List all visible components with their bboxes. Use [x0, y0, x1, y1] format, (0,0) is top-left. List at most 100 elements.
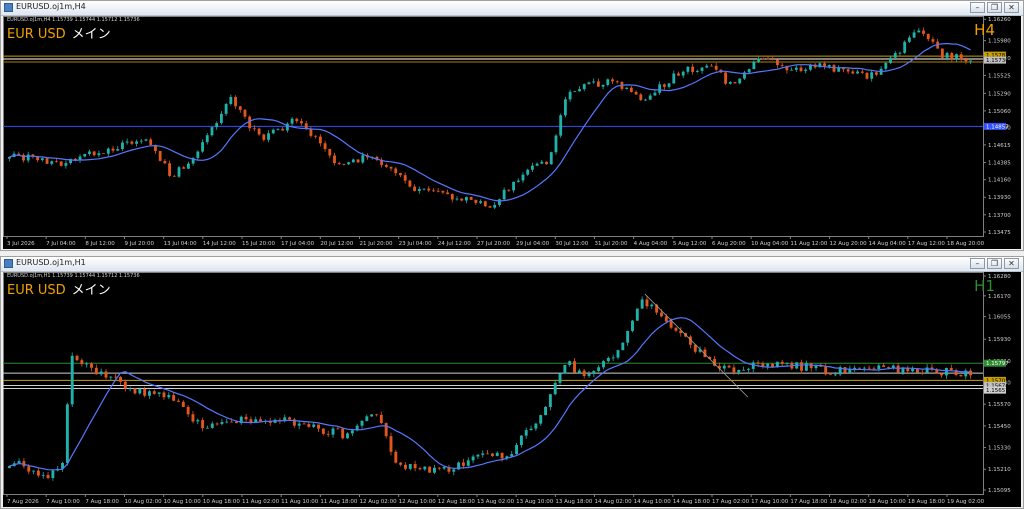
candle-body: [856, 71, 859, 74]
candle-body: [139, 140, 143, 142]
candle-body: [877, 365, 881, 369]
h4-chart-area[interactable]: 1.162601.159801.157501.155251.152901.150…: [3, 16, 1021, 249]
candle-body: [404, 464, 407, 469]
candle-body: [799, 67, 803, 72]
candle-body: [88, 151, 91, 154]
candle-body: [102, 153, 106, 155]
candle-body: [271, 129, 275, 134]
candle-body: [85, 363, 89, 365]
candle-body: [559, 115, 563, 136]
candle-body: [186, 406, 190, 415]
candle-body: [461, 462, 465, 466]
time-axis-label: 27 Jul 20:00: [477, 241, 510, 247]
h4-symbol: EUR USD: [7, 27, 66, 42]
h1-title-bar[interactable]: EURUSD.oj1m,H1 – ❐ ✕: [1, 257, 1023, 272]
time-axis-label: 30 Jul 12:00: [555, 241, 588, 247]
candle-body: [36, 470, 40, 476]
time-axis-label: 11 Aug 12:00: [790, 241, 828, 247]
candle-body: [495, 452, 499, 456]
candle-body: [766, 58, 770, 60]
candle-body: [722, 365, 726, 369]
candle-body: [187, 163, 190, 169]
candle-body: [912, 32, 916, 38]
candle-body: [347, 162, 351, 165]
candle-body: [563, 99, 567, 116]
candle-body: [658, 84, 662, 93]
candle-body: [215, 423, 219, 425]
candle-body: [205, 135, 209, 143]
candle-body: [587, 373, 591, 376]
restore-button[interactable]: ❐: [987, 258, 1002, 269]
candle-body: [893, 53, 897, 58]
candle-body: [790, 69, 793, 71]
candle-body: [262, 134, 266, 140]
candle-body: [931, 39, 935, 42]
time-axis-label: 12 Aug 18:00: [438, 499, 476, 505]
time-axis-label: 11 Aug 10:00: [281, 499, 319, 505]
time-axis-label: 18 Aug 02:00: [830, 499, 868, 505]
candle-body: [545, 161, 548, 165]
candle-body: [452, 469, 456, 472]
candle-body: [568, 361, 572, 366]
time-axis-label: 19 Aug 02:00: [947, 499, 985, 505]
candle-body: [259, 419, 263, 422]
candle-body: [106, 148, 110, 154]
candle-body: [490, 453, 494, 456]
time-axis-label: 7 Jul 04:00: [46, 241, 76, 247]
time-axis-label: 17 Aug 18:00: [790, 499, 828, 505]
minimize-button[interactable]: –: [970, 258, 985, 269]
candle-body: [516, 180, 520, 182]
candle-body: [384, 164, 388, 167]
h1-chart-window: EURUSD.oj1m,H1 – ❐ ✕ 1.16280 1.16170 1.160…: [0, 256, 1024, 509]
candle-body: [959, 375, 963, 377]
time-axis-label: 11 Aug 18:00: [320, 499, 358, 505]
price-axis-label: 1.13700: [988, 213, 1011, 219]
close-button[interactable]: ✕: [1004, 258, 1019, 269]
candle-body: [700, 67, 704, 71]
candle-body: [615, 81, 619, 83]
candle-body: [408, 464, 412, 469]
candle-body: [346, 433, 349, 439]
price-tag-label: 1.14857: [986, 124, 1009, 130]
candle-body: [413, 464, 417, 469]
candle-body: [827, 65, 831, 67]
chart-window-icon: [4, 3, 13, 12]
candle-body: [210, 127, 214, 136]
candle-body: [177, 400, 180, 402]
candle-body: [191, 414, 195, 422]
candle-body: [413, 186, 417, 191]
time-axis-label: 12 Aug 20:00: [830, 241, 868, 247]
candle-body: [248, 116, 252, 129]
time-axis-label: 3 Jul 2026: [7, 241, 35, 247]
candle-body: [548, 394, 552, 407]
candle-body: [629, 87, 633, 92]
candle-body: [285, 123, 289, 131]
candle-body: [51, 470, 55, 479]
h4-title-bar[interactable]: EURUSD.oj1m,H4 – ❐ ✕: [1, 1, 1023, 16]
candle-body: [249, 419, 253, 423]
candle-body: [394, 451, 398, 463]
candle-body: [276, 128, 280, 130]
candle-body: [843, 367, 847, 373]
restore-button[interactable]: ❐: [987, 2, 1002, 13]
h1-chart-area[interactable]: 1.162801.161701.160551.159301.158101.156…: [3, 272, 1021, 507]
candle-body: [747, 69, 751, 73]
candle-body: [558, 373, 562, 383]
candle-body: [152, 391, 156, 394]
candle-body: [97, 153, 101, 156]
candle-body: [244, 416, 248, 420]
h4-candlestick-chart[interactable]: 1.162601.159801.157501.155251.152901.150…: [3, 16, 1021, 249]
close-button[interactable]: ✕: [1004, 2, 1019, 13]
candle-body: [201, 142, 204, 152]
time-axis-label: 24 Jul 12:00: [438, 241, 471, 247]
candle-body: [205, 427, 209, 429]
candle-body: [738, 78, 742, 84]
candle-body: [884, 62, 888, 69]
time-axis-label: 13 Aug 10:00: [516, 499, 554, 505]
candle-body: [182, 167, 186, 169]
candle-body: [524, 430, 528, 436]
minimize-button[interactable]: –: [970, 2, 985, 13]
candle-body: [65, 404, 69, 463]
candle-body: [862, 367, 866, 369]
h1-candlestick-chart[interactable]: 1.162801.161701.160551.159301.158101.156…: [3, 272, 1021, 507]
